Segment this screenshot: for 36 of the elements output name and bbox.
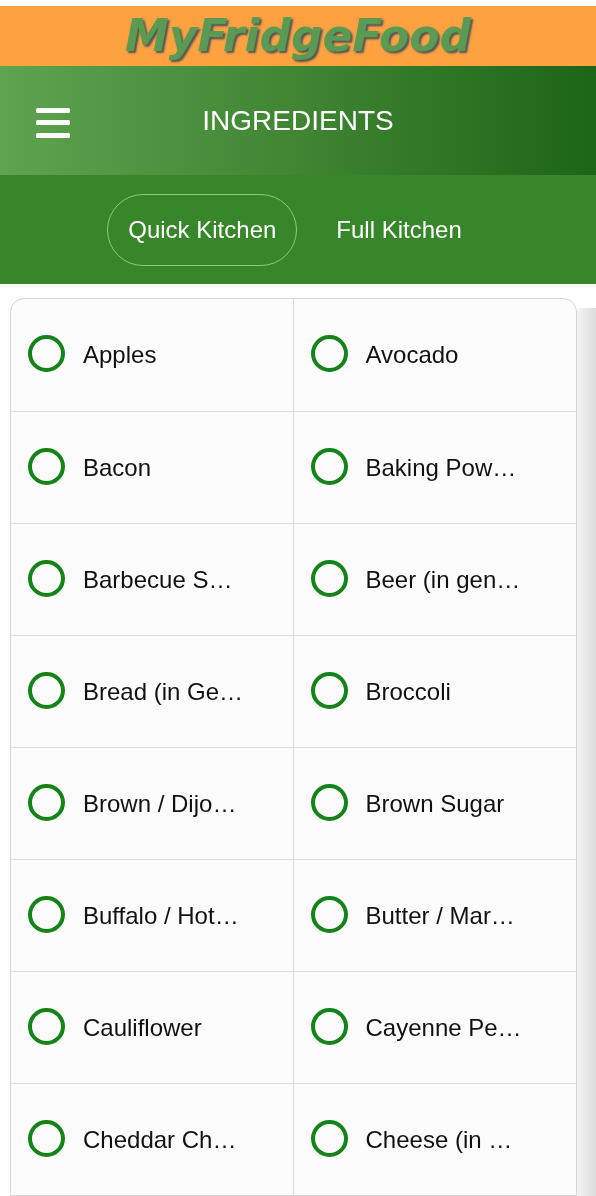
ingredient-label: Cayenne Pe… (365, 1013, 522, 1043)
ingredient-option[interactable]: Cauliflower (11, 971, 294, 1083)
ingredient-option[interactable]: Barbecue S… (11, 523, 294, 635)
ingredient-option[interactable]: Beer (in gen… (293, 523, 576, 635)
ingredient-option[interactable]: Avocado (293, 299, 576, 411)
ingredient-label: Broccoli (365, 677, 451, 707)
ingredient-option[interactable]: Bacon (11, 411, 294, 523)
ingredient-option[interactable]: Cayenne Pe… (293, 971, 576, 1083)
ingredient-option[interactable]: Buffalo / Hot… (11, 859, 294, 971)
ingredient-option[interactable]: Cheddar Ch… (11, 1083, 294, 1195)
ingredient-option[interactable]: Broccoli (293, 635, 576, 747)
ingredient-label: Bread (in Ge… (83, 677, 244, 707)
ingredient-option[interactable]: Brown Sugar (293, 747, 576, 859)
ingredient-label: Apples (83, 340, 157, 370)
ingredient-label: Brown / Dijo… (83, 789, 237, 819)
ingredient-option[interactable]: Apples (11, 299, 294, 411)
ingredient-label: Brown Sugar (365, 789, 505, 819)
ingredient-label: Bacon (83, 453, 152, 483)
ingredient-label: Baking Pow… (365, 453, 517, 483)
ingredient-label: Butter / Mar… (365, 901, 515, 931)
page-title: INGREDIENTS (202, 103, 394, 138)
ingredient-label: Cheddar Ch… (83, 1125, 237, 1155)
app-logo: MyFridgeFood (125, 13, 471, 58)
menu-icon[interactable] (36, 108, 70, 139)
ingredient-option[interactable]: Brown / Dijo… (11, 747, 294, 859)
ingredient-label: Barbecue S… (83, 565, 233, 595)
ingredient-option[interactable]: Cheese (in … (293, 1083, 576, 1195)
ingredient-option[interactable]: Butter / Mar… (293, 859, 576, 971)
ingredient-option[interactable]: Bread (in Ge… (11, 635, 294, 747)
ingredient-label: Cauliflower (83, 1013, 202, 1043)
ingredient-label: Cheese (in … (365, 1125, 513, 1155)
kitchen-tab[interactable]: Full Kitchen (315, 193, 483, 266)
ingredient-option[interactable]: Baking Pow… (293, 411, 576, 523)
ingredient-label: Beer (in gen… (365, 565, 521, 595)
ingredient-label: Avocado (365, 340, 459, 370)
ingredient-label: Buffalo / Hot… (83, 901, 239, 931)
